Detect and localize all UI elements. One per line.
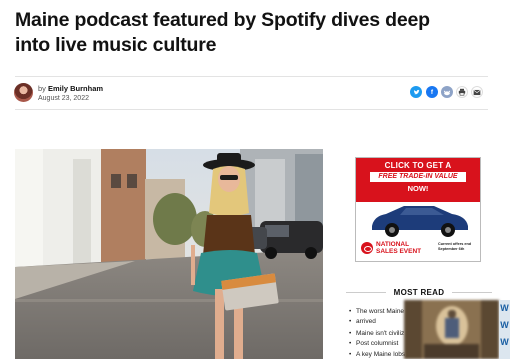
toyota-advertisement[interactable]: CLICK TO GET A FREE TRADE-IN VALUE NOW! … <box>355 157 481 262</box>
facebook-share-button[interactable]: f <box>426 86 438 98</box>
email-button[interactable] <box>471 86 483 98</box>
ad-headline: CLICK TO GET A <box>384 161 452 170</box>
print-icon <box>458 88 466 96</box>
most-read-item-text[interactable]: The worst Maine <box>356 308 404 315</box>
twitter-icon <box>413 89 420 94</box>
most-read-item[interactable]: A key Maine lobs <box>349 350 405 359</box>
edge-letter: W <box>500 303 509 313</box>
byline-prefix: by <box>38 84 46 93</box>
article-headline: Maine podcast featured by Spotify dives … <box>15 9 430 56</box>
email-icon <box>473 89 481 95</box>
ad-banner-top: CLICK TO GET A FREE TRADE-IN VALUE NOW! <box>356 158 480 202</box>
byline-top-divider <box>15 76 488 77</box>
suv-image <box>372 206 468 237</box>
most-read-item-continuation[interactable]: Post columnist <box>349 339 398 349</box>
edge-letter: W <box>500 320 509 330</box>
hero-photo[interactable] <box>15 149 323 359</box>
most-read-item-text[interactable]: Post columnist <box>356 340 398 347</box>
most-read-item-text[interactable]: A key Maine lobs <box>356 351 405 358</box>
most-read-divider-right <box>452 292 492 293</box>
reddit-share-button[interactable] <box>441 86 453 98</box>
twitter-share-button[interactable] <box>410 86 422 98</box>
most-read-item-continuation[interactable]: arrived <box>349 317 376 327</box>
author-avatar[interactable] <box>14 83 33 102</box>
author-name[interactable]: Emily Burnham <box>48 84 103 93</box>
street-scene-illustration <box>15 149 323 359</box>
ad-event-line2: SALES EVENT <box>376 248 422 255</box>
reddit-icon <box>443 90 451 95</box>
toyota-logo-icon <box>361 242 373 254</box>
video-frame <box>404 300 499 359</box>
print-button[interactable] <box>456 86 468 98</box>
ad-cta-text: NOW! <box>407 184 429 193</box>
right-edge-partial-panel[interactable]: W W W <box>499 300 510 359</box>
most-read-item[interactable]: Maine isn't civiliz <box>349 329 404 339</box>
ad-offer-label: FREE TRADE-IN VALUE <box>370 172 466 182</box>
ad-event-name: NATIONAL SALES EVENT <box>376 241 421 255</box>
most-read-item-text[interactable]: Maine isn't civiliz <box>356 330 404 337</box>
byline-bottom-divider <box>15 109 488 110</box>
most-read-item[interactable]: The worst Maine <box>349 307 404 317</box>
edge-letter: W <box>500 337 509 347</box>
most-read-item-text[interactable]: arrived <box>356 318 376 325</box>
ad-event-line1: NATIONAL <box>376 241 410 248</box>
ad-offer-terms: Current offers end September 6th <box>438 242 480 252</box>
floating-video-player[interactable] <box>404 300 499 359</box>
publish-date: August 23, 2022 <box>38 95 89 102</box>
ad-offer-line2: September 6th <box>438 247 465 251</box>
facebook-icon: f <box>430 88 434 96</box>
byline: by Emily Burnham <box>38 84 103 93</box>
